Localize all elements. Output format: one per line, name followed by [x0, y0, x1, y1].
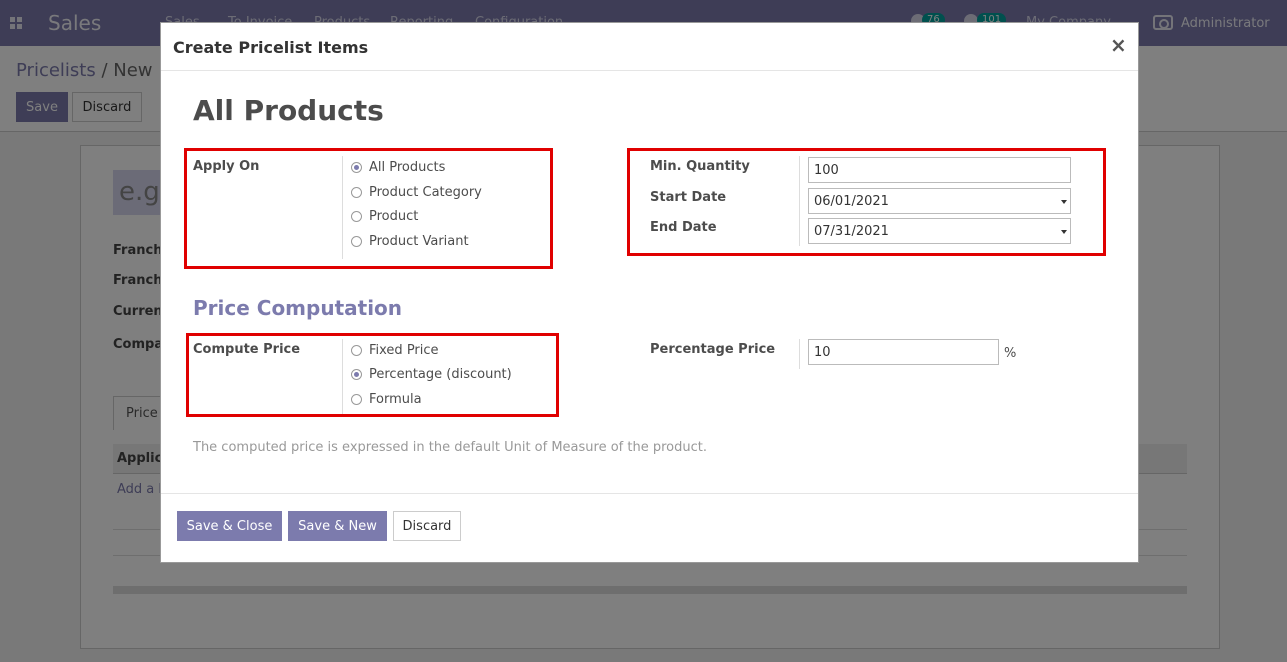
close-icon[interactable]: × [1110, 35, 1127, 55]
help-text: The computed price is expressed in the d… [193, 440, 707, 455]
modal-footer: Save & Close Save & New Discard [161, 493, 1138, 563]
field-divider [799, 339, 800, 369]
highlight-box-quantity-dates [627, 148, 1106, 256]
highlight-box-apply-on [184, 148, 553, 269]
modal-title: Create Pricelist Items [173, 38, 369, 57]
discard-button[interactable]: Discard [393, 511, 461, 541]
save-new-button[interactable]: Save & New [288, 511, 387, 541]
percent-unit: % [1004, 346, 1017, 361]
highlight-box-compute-price [186, 333, 559, 417]
percentage-price-input[interactable]: 10 [808, 339, 999, 365]
record-title: All Products [193, 94, 384, 127]
percentage-price-label: Percentage Price [650, 342, 776, 357]
save-close-button[interactable]: Save & Close [177, 511, 282, 541]
modal-header: Create Pricelist Items × [161, 23, 1138, 71]
create-pricelist-items-dialog: Create Pricelist Items × All Products Ap… [160, 22, 1139, 563]
price-computation-title: Price Computation [193, 296, 403, 320]
